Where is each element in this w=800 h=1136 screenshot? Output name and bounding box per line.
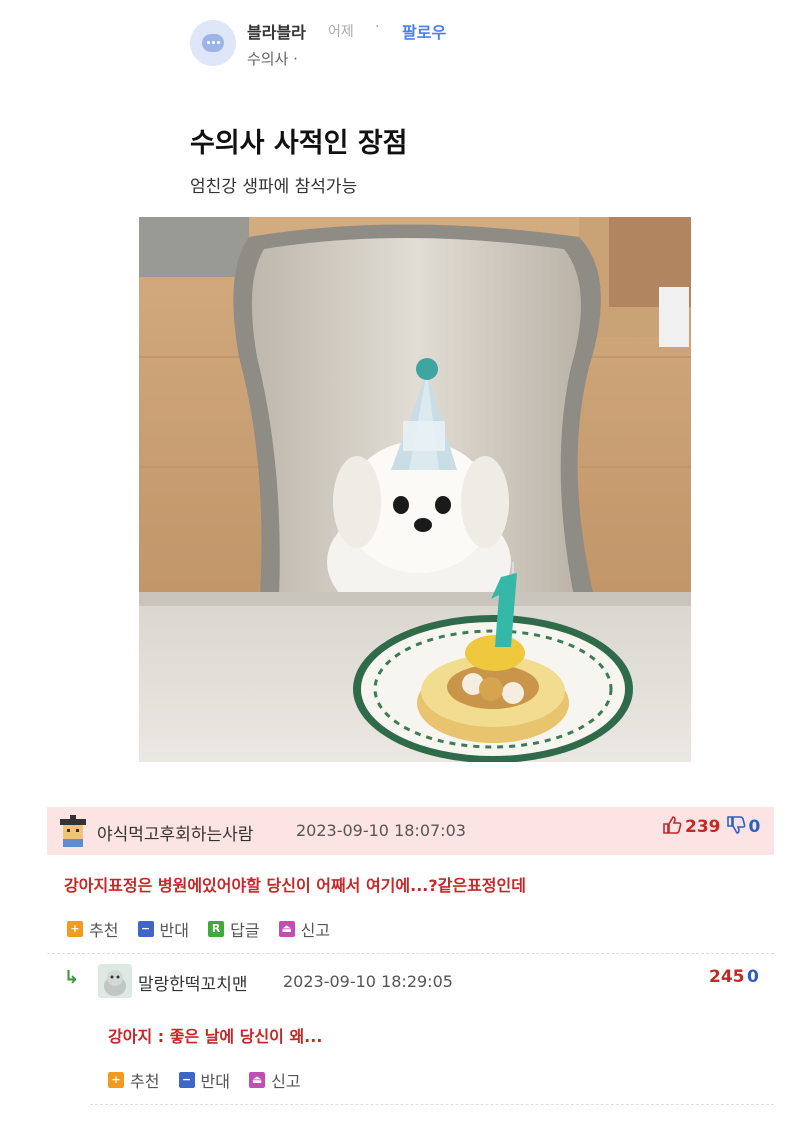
reply-label: 답글 [230, 921, 260, 940]
oppose-label: 반대 [159, 921, 189, 940]
recommend-label: 추천 [89, 921, 119, 940]
comment-divider [90, 1104, 774, 1105]
comment-text: 강아지표정은 병원에있어야할 당신이 어째서 여기에...?같은표정인데 [64, 876, 526, 895]
chat-bubble-icon [202, 34, 224, 52]
thumbs-down-icon[interactable] [726, 815, 746, 839]
oppose-label: 반대 [200, 1072, 230, 1091]
comment-username[interactable]: 말랑한떡꼬치맨 [138, 970, 247, 995]
report-label: 신고 [271, 1072, 301, 1091]
like-count: 245 [709, 967, 745, 987]
reply-button[interactable]: R 답글 [208, 917, 260, 941]
comment-actions: + 추천 − 반대 R 답글 ⏏ 신고 [67, 917, 344, 941]
comment-actions: + 추천 − 반대 ⏏ 신고 [108, 1068, 315, 1092]
post-photo [139, 217, 691, 762]
post-subtitle: 엄친강 생파에 참석가능 [190, 177, 358, 197]
recommend-button[interactable]: + 추천 [108, 1068, 159, 1092]
siren-icon: ⏏ [249, 1072, 266, 1088]
minus-icon: − [178, 1072, 195, 1088]
plus-icon: + [108, 1072, 124, 1088]
user-level-icon [58, 815, 88, 847]
comment-date: 2023-09-10 18:07:03 [296, 821, 466, 840]
plus-icon: + [67, 921, 83, 937]
oppose-button[interactable]: − 반대 [178, 1068, 230, 1092]
dislike-count: 0 [747, 967, 759, 987]
author-avatar[interactable] [190, 20, 236, 66]
post-title: 수의사 사적인 장점 [190, 128, 408, 159]
siren-icon: ⏏ [278, 921, 295, 937]
recommend-button[interactable]: + 추천 [67, 917, 118, 941]
minus-icon: − [137, 921, 154, 937]
reply-icon: R [208, 921, 225, 937]
post-time: 어제 [328, 24, 354, 40]
post-category[interactable]: 수의사 · [247, 48, 298, 69]
dislike-count: 0 [748, 817, 761, 837]
oppose-button[interactable]: − 반대 [137, 917, 189, 941]
comment-username[interactable]: 야식먹고후회하는사람 [97, 820, 253, 845]
recommend-label: 추천 [130, 1072, 160, 1091]
report-button[interactable]: ⏏ 신고 [249, 1068, 301, 1092]
author-name[interactable]: 블라블라 [247, 19, 306, 43]
user-avatar[interactable] [98, 964, 132, 998]
report-label: 신고 [300, 921, 331, 940]
comment-divider [47, 953, 774, 954]
report-button[interactable]: ⏏ 신고 [278, 917, 331, 941]
comment-text: 강아지 : 좋은 날에 당신이 왜... [108, 1027, 323, 1046]
like-count: 239 [685, 817, 721, 837]
thumbs-up-icon[interactable] [662, 815, 682, 839]
reply-arrow-icon: ↳ [64, 967, 80, 988]
follow-button[interactable]: 팔로우 [402, 19, 446, 43]
separator-dot: · [375, 19, 380, 35]
comment-date: 2023-09-10 18:29:05 [283, 972, 453, 991]
comment-votes: 239 0 [662, 815, 760, 839]
